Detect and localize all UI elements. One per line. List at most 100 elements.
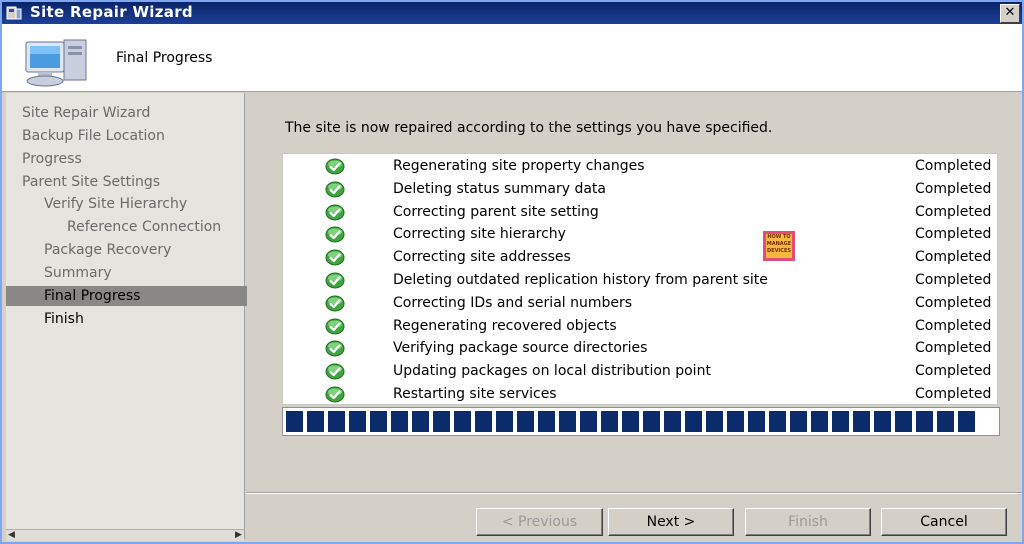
progress-block (517, 411, 534, 432)
task-row: Verifying package source directories Comp… (283, 338, 997, 360)
task-name: Regenerating site property changes (393, 158, 645, 174)
task-row: Correcting site hierarchy Completed (283, 224, 997, 246)
task-row: Updating packages on local distribution … (283, 361, 997, 383)
progress-block (391, 411, 408, 432)
nav-item-parent-site-settings[interactable]: Parent Site Settings (6, 172, 260, 192)
nav-item-backup-file-location[interactable]: Backup File Location (6, 126, 260, 146)
progress-block (727, 411, 744, 432)
progress-block (601, 411, 618, 432)
task-name: Regenerating recovered objects (393, 317, 617, 334)
cancel-button[interactable]: Cancel (881, 508, 1007, 536)
task-status: Completed (915, 272, 992, 288)
progress-block (706, 411, 723, 432)
progress-block (622, 411, 639, 432)
check-icon (325, 363, 345, 380)
task-name: Updating packages on local distribution … (393, 363, 711, 380)
check-icon (325, 249, 345, 266)
watermark-logo: HOW TO MANAGE DEVICES (763, 231, 795, 261)
nav-item-finish[interactable]: Finish (6, 309, 282, 329)
task-name: Correcting IDs and serial numbers (393, 294, 633, 311)
task-row: Correcting site addresses Completed (283, 247, 997, 269)
progress-block (475, 411, 492, 432)
progress-block (769, 411, 786, 432)
progress-block (853, 411, 870, 432)
progress-block (328, 411, 345, 432)
finish-button[interactable]: Finish (745, 508, 871, 536)
check-icon (325, 340, 345, 357)
window-title: Site Repair Wizard (30, 3, 193, 21)
nav-horizontal-scrollbar[interactable]: ◀ ▶ (6, 529, 244, 541)
progress-block (307, 411, 324, 432)
task-status: Completed (915, 363, 992, 380)
wizard-nav-panel: Site Repair Wizard Backup File Location … (6, 93, 282, 539)
task-name: Correcting site hierarchy (393, 226, 566, 243)
task-row: Correcting IDs and serial numbers Complet… (283, 293, 997, 315)
nav-item-final-progress[interactable]: Final Progress (6, 286, 282, 306)
progress-block (538, 411, 555, 432)
task-name: Restarting site services (393, 386, 557, 402)
completion-message: The site is now repaired according to th… (285, 120, 773, 136)
check-icon (325, 226, 345, 243)
check-icon (325, 295, 345, 312)
progress-block (349, 411, 366, 432)
page-title: Final Progress (116, 50, 213, 66)
task-name: Deleting outdated replication history fr… (393, 272, 768, 288)
wizard-header: Final Progress (2, 24, 1022, 92)
progress-block (916, 411, 933, 432)
progress-block (790, 411, 807, 432)
task-status: Completed (915, 180, 992, 197)
task-row: Correcting parent site setting Completed (283, 202, 997, 224)
progress-block (496, 411, 513, 432)
task-status: Completed (915, 249, 992, 266)
title-bar[interactable]: Site Repair Wizard ✕ (2, 2, 1022, 24)
progress-bar (282, 407, 1000, 436)
scroll-left-icon[interactable]: ◀ (6, 530, 17, 541)
check-icon (325, 204, 345, 221)
task-status: Completed (915, 340, 992, 357)
progress-block (748, 411, 765, 432)
task-name: Deleting status summary data (393, 180, 607, 197)
task-name: Verifying package source directories (393, 340, 648, 357)
check-icon (325, 158, 345, 175)
nav-item-site-repair-wizard[interactable]: Site Repair Wizard (6, 103, 260, 123)
progress-block (433, 411, 450, 432)
progress-block (580, 411, 597, 432)
progress-block (685, 411, 702, 432)
progress-block (811, 411, 828, 432)
close-button[interactable]: ✕ (1000, 4, 1020, 23)
computer-icon (25, 39, 87, 87)
progress-block (958, 411, 975, 432)
wizard-app-icon (6, 6, 22, 20)
task-status: Completed (915, 226, 992, 243)
next-button[interactable]: Next > (608, 508, 734, 536)
task-name: Correcting site addresses (393, 249, 571, 266)
task-row: Regenerating recovered objects Completed (283, 316, 997, 338)
progress-block (874, 411, 891, 432)
progress-block (895, 411, 912, 432)
task-name: Correcting parent site setting (393, 203, 599, 220)
task-row: Deleting outdated replication history fr… (283, 270, 997, 292)
scroll-right-icon[interactable]: ▶ (233, 530, 244, 541)
task-status: Completed (915, 317, 992, 334)
task-row: Restarting site services Completed (283, 384, 997, 406)
task-status: Completed (915, 158, 992, 174)
progress-block (559, 411, 576, 432)
progress-block (286, 411, 303, 432)
check-icon (325, 318, 345, 335)
task-row: Deleting status summary data Completed (283, 179, 997, 201)
nav-item-verify-site-hierarchy[interactable]: Verify Site Hierarchy (6, 194, 282, 214)
task-row: Regenerating site property changes Comple… (283, 156, 997, 178)
nav-item-package-recovery[interactable]: Package Recovery (6, 240, 282, 260)
progress-block (832, 411, 849, 432)
previous-button[interactable]: < Previous (476, 508, 603, 536)
task-list: Regenerating site property changes Comple… (282, 153, 998, 405)
task-status: Completed (915, 294, 992, 311)
wizard-window: Site Repair Wizard ✕ Final Progress Site… (0, 0, 1024, 544)
nav-item-progress[interactable]: Progress (6, 149, 260, 169)
check-icon (325, 181, 345, 198)
check-icon (325, 386, 345, 403)
task-status: Completed (915, 386, 992, 402)
progress-block (664, 411, 681, 432)
nav-item-summary[interactable]: Summary (6, 263, 282, 283)
progress-block (412, 411, 429, 432)
